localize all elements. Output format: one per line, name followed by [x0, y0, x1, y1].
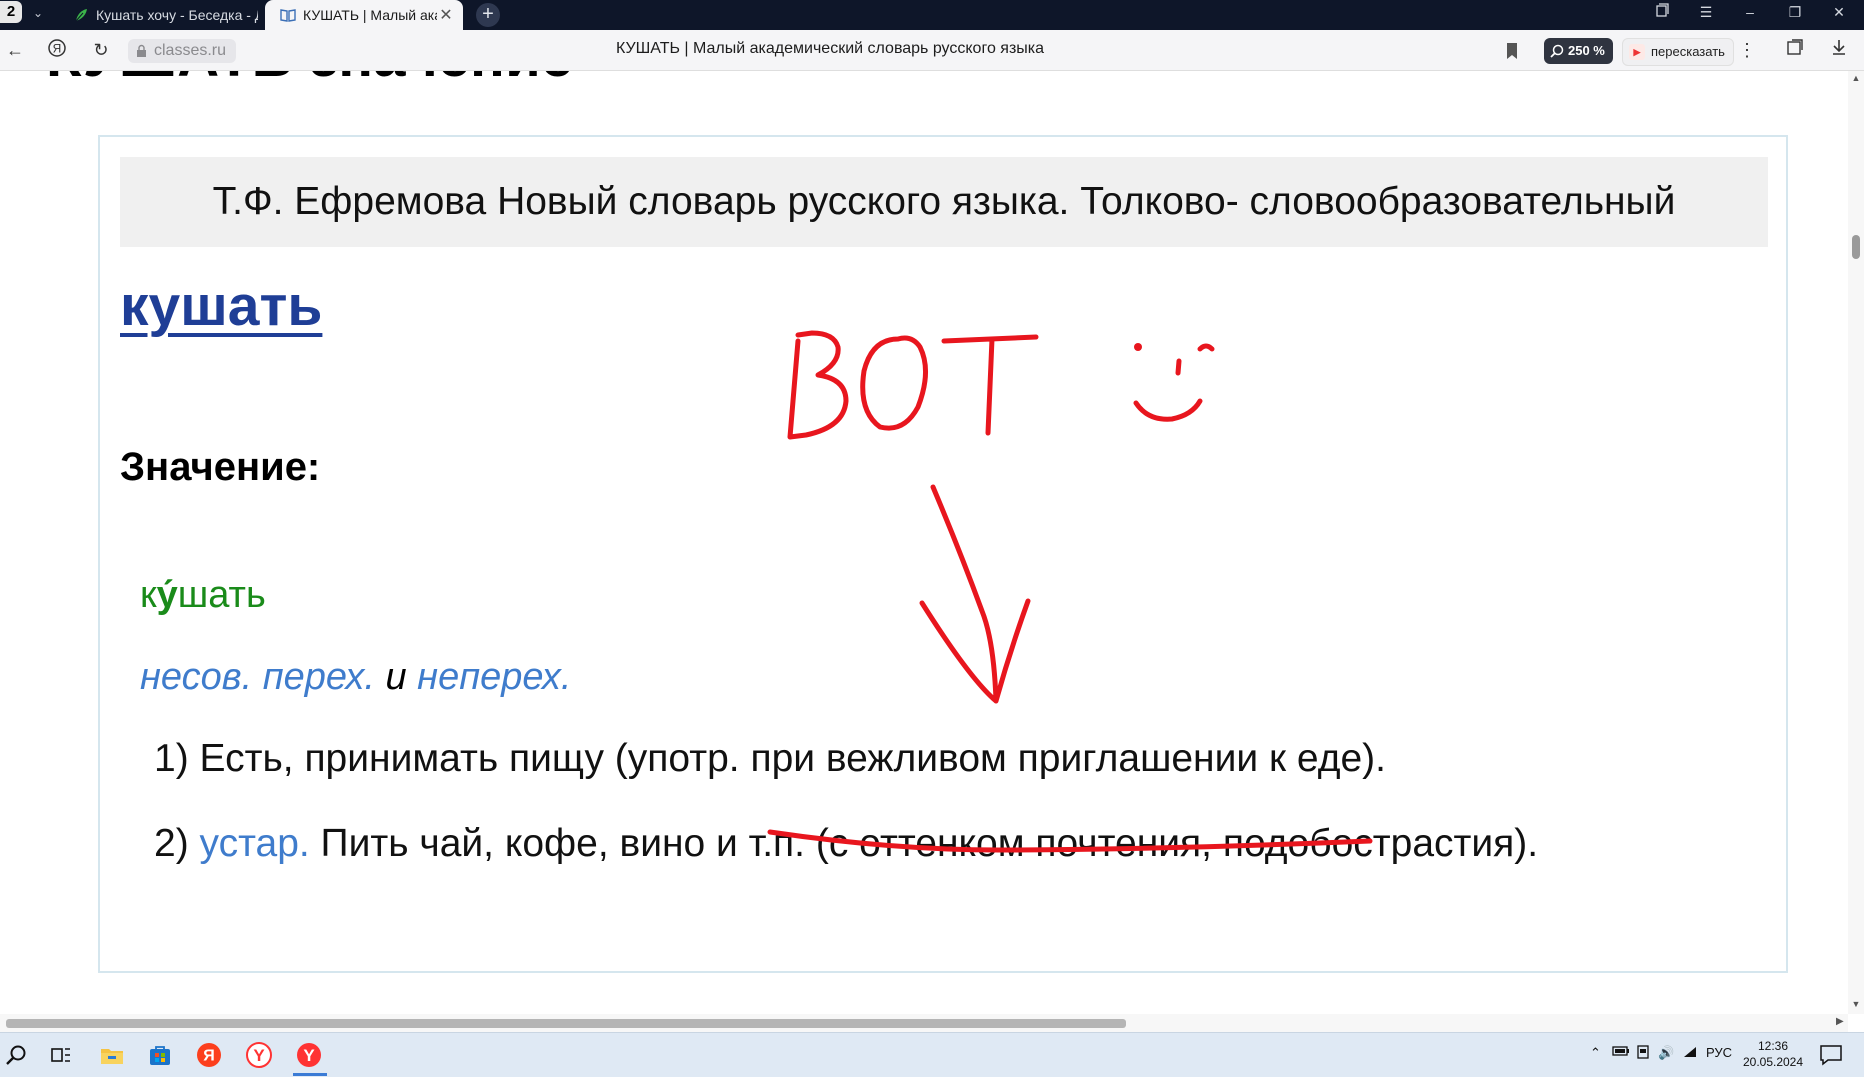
vertical-scroll-thumb[interactable]: [1852, 235, 1860, 259]
retell-label: пересказать: [1651, 44, 1725, 59]
yandex-icon[interactable]: Я: [193, 1039, 225, 1071]
dictionary-entry-card: Т.Ф. Ефремова Новый словарь русского язы…: [98, 135, 1788, 973]
minimize-icon[interactable]: –: [1730, 0, 1770, 26]
browser-title-bar: 2 ⌄ Кушать хочу - Беседка - Д КУШАТЬ | М…: [0, 0, 1864, 30]
microsoft-store-icon[interactable]: [144, 1039, 176, 1071]
entry-word: кушать: [140, 574, 266, 617]
tab-beseda[interactable]: Кушать хочу - Беседка - Д: [58, 0, 258, 30]
yandex-browser-icon[interactable]: Y: [243, 1039, 275, 1071]
search-icon[interactable]: [0, 1039, 32, 1071]
page-title: КУШАТЬ | Малый академический словарь рус…: [615, 40, 1045, 57]
dictionary-source: Т.Ф. Ефремова Новый словарь русского язы…: [120, 157, 1768, 247]
tab-title: КУШАТЬ | Малый академ: [303, 7, 437, 23]
battery-icon[interactable]: [1612, 1045, 1630, 1060]
extensions-icon[interactable]: [1782, 38, 1808, 62]
retell-button[interactable]: ▶ пересказать: [1622, 38, 1734, 66]
bookmark-icon[interactable]: [1502, 40, 1522, 62]
horizontal-scroll-thumb[interactable]: [6, 1019, 1126, 1028]
yandex-browser-active-icon[interactable]: Y: [293, 1039, 325, 1071]
grammar-line: несов. перех. и неперех.: [140, 656, 571, 699]
stressed-letter: у: [157, 574, 178, 616]
grammar-abbr[interactable]: неперех.: [417, 656, 571, 698]
tab-title: Кушать хочу - Беседка - Д: [96, 7, 258, 23]
notifications-icon[interactable]: [1818, 1043, 1844, 1067]
back-arrow-icon[interactable]: ←: [2, 38, 28, 62]
file-explorer-icon[interactable]: [96, 1039, 128, 1071]
entry-word-part: к: [140, 574, 157, 616]
grammar-conj: и: [374, 656, 418, 698]
svg-text:Y: Y: [303, 1046, 315, 1065]
sense-text: Пить чай, кофе, вино и т.п. (с оттенком …: [309, 822, 1539, 865]
magnifier-icon: [1550, 44, 1564, 58]
clock[interactable]: 12:36 20.05.2024: [1738, 1038, 1808, 1070]
close-icon[interactable]: ✕: [437, 5, 455, 25]
menu-icon[interactable]: ☰: [1686, 0, 1726, 26]
download-icon[interactable]: [1826, 38, 1852, 62]
vertical-scrollbar[interactable]: ▲ ▼: [1848, 71, 1864, 1014]
volume-icon[interactable]: 🔊: [1658, 1045, 1674, 1061]
reload-icon[interactable]: ↻: [88, 38, 114, 62]
address-bar: ← Я ↻ classes.ru КУШАТЬ | Малый академич…: [0, 30, 1864, 71]
yandex-logo-icon[interactable]: Я: [44, 38, 70, 62]
tab-kushat[interactable]: КУШАТЬ | Малый академ ✕: [265, 0, 463, 30]
svg-text:Я: Я: [203, 1048, 215, 1065]
wifi-icon[interactable]: [1682, 1045, 1698, 1062]
close-window-icon[interactable]: ✕: [1819, 0, 1859, 26]
page-heading: КУШАТЬ значение: [46, 71, 573, 90]
leaf-icon: [72, 6, 90, 24]
zoom-button[interactable]: 250 %: [1544, 38, 1613, 64]
zoom-level: 250 %: [1568, 43, 1605, 58]
windows-taskbar: Я Y Y ⌃ 🔊 РУС 12:36 20.05.2024: [0, 1032, 1864, 1077]
page-content: КУШАТЬ значение Т.Ф. Ефремова Новый слов…: [0, 71, 1848, 1014]
headword-link[interactable]: кушать: [120, 273, 322, 339]
horizontal-scrollbar[interactable]: ▶: [0, 1014, 1848, 1032]
sense-text: Есть, принимать пищу (употр. при вежливо…: [199, 737, 1386, 780]
input-language[interactable]: РУС: [1706, 1045, 1732, 1060]
grammar-abbr[interactable]: несов. перех.: [140, 656, 375, 698]
sense-number: 1): [154, 737, 200, 780]
scroll-up-icon[interactable]: ▲: [1848, 73, 1864, 83]
svg-text:Y: Y: [253, 1046, 265, 1065]
url-domain: classes.ru: [154, 42, 227, 59]
tab-count-badge[interactable]: 2: [0, 1, 22, 23]
more-options-icon[interactable]: ⋮: [1734, 38, 1760, 62]
device-icon[interactable]: [1636, 1045, 1650, 1062]
sense-label[interactable]: устар.: [200, 822, 310, 865]
task-view-icon[interactable]: [45, 1039, 77, 1071]
book-icon: [279, 6, 297, 24]
clock-time: 12:36: [1757, 1039, 1789, 1053]
scroll-right-icon[interactable]: ▶: [1836, 1016, 1844, 1027]
url-field[interactable]: classes.ru: [128, 39, 237, 63]
lock-icon: [137, 44, 146, 57]
sense-2: 2) устар. Пить чай, кофе, вино и т.п. (с…: [154, 822, 1538, 866]
collections-icon[interactable]: [1642, 0, 1682, 26]
sense-1: 1) Есть, принимать пищу (употр. при вежл…: [154, 737, 1386, 781]
meaning-label: Значение:: [120, 445, 321, 489]
entry-word-part: шать: [177, 574, 266, 616]
chevron-down-icon[interactable]: ⌄: [28, 3, 48, 23]
chevron-up-icon[interactable]: ⌃: [1590, 1045, 1601, 1061]
new-tab-button[interactable]: +: [476, 3, 500, 27]
sense-number: 2): [154, 822, 200, 865]
clock-date: 20.05.2024: [1742, 1055, 1804, 1069]
retell-icon: ▶: [1629, 44, 1645, 60]
restore-icon[interactable]: ❐: [1775, 0, 1815, 26]
svg-text:Я: Я: [53, 42, 62, 56]
scroll-down-icon[interactable]: ▼: [1848, 999, 1864, 1009]
